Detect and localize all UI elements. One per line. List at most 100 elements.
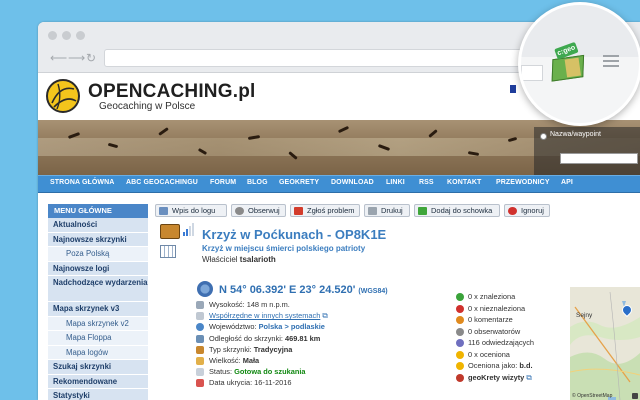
coordinates-datum: (WGS84) xyxy=(358,288,388,295)
external-link-icon[interactable]: ⧉ xyxy=(526,373,531,382)
back-arrow-icon[interactable]: ⟵ xyxy=(50,51,67,65)
add-to-clipboard-label: Dodaj do schowka xyxy=(431,206,493,215)
menu-item-blog[interactable]: BLOG xyxy=(247,179,268,186)
terrain-grid-icon xyxy=(160,245,176,258)
sidebar-item-outside-poland[interactable]: Poza Polską xyxy=(48,247,148,262)
grid-icon xyxy=(196,312,204,321)
menu-item-abc[interactable]: ABC GEOCACHINGU xyxy=(126,179,198,186)
globe-icon xyxy=(196,323,204,332)
stat-watchers: 0 obserwatorów xyxy=(456,326,566,338)
sidebar-item-map-v2[interactable]: Mapa skrzynek v2 xyxy=(48,316,148,331)
forward-arrow-icon[interactable]: ⟶ xyxy=(68,51,85,65)
plus-icon xyxy=(418,207,427,215)
cgeo-extension-icon[interactable]: c:geo xyxy=(549,41,589,82)
visitors-icon xyxy=(456,339,464,347)
sidebar-item-map-flopp[interactable]: Mapa Floppa xyxy=(48,331,148,346)
search-panel: Nazwa/waypoint xyxy=(534,127,640,175)
distance-label: Odległość do skrzynki: xyxy=(209,333,283,343)
menu-item-rss[interactable]: RSS xyxy=(419,179,434,186)
header-banner: Nazwa/waypoint xyxy=(38,120,640,175)
log-entry-button[interactable]: Wpis do logu xyxy=(155,204,227,217)
add-to-clipboard-button[interactable]: Dodaj do schowka xyxy=(414,204,500,217)
map-sheet-fold xyxy=(564,57,581,78)
sidebar-item-new-caches[interactable]: Najnowsze skrzynki xyxy=(48,232,148,247)
menu-icon[interactable] xyxy=(603,55,619,69)
menu-item-download[interactable]: DOWNLOAD xyxy=(331,179,374,186)
ignore-button[interactable]: Ignoruj xyxy=(504,204,550,217)
search-mode-radio[interactable] xyxy=(540,133,547,140)
address-bar[interactable] xyxy=(104,49,558,67)
voivodeship-label: Województwo: xyxy=(209,322,257,332)
menu-item-api[interactable]: API xyxy=(561,179,573,186)
stat-rating: Oceniona jako: b.d. xyxy=(456,360,566,372)
sidebar-item-news[interactable]: Aktualności xyxy=(48,218,148,233)
star-icon xyxy=(456,350,464,359)
language-flag-icon[interactable] xyxy=(510,85,516,93)
search-input[interactable] xyxy=(560,153,638,164)
window-minimize-dot[interactable] xyxy=(62,31,71,40)
extension-magnifier: c:geo xyxy=(518,2,640,126)
ant-image xyxy=(428,129,438,138)
voivodeship-value[interactable]: Polska > podlaskie xyxy=(259,322,325,331)
menu-item-geokrety[interactable]: GEOKRETY xyxy=(279,179,319,186)
rating-star-icon xyxy=(456,362,464,370)
window-close-dot[interactable] xyxy=(48,31,57,40)
cache-info-list: Wysokość: 148 m n.p.m. Współrzędne w inn… xyxy=(195,299,455,389)
sidebar-item-statistics[interactable]: Statystyki xyxy=(48,389,148,400)
menu-item-contact[interactable]: KONTAKT xyxy=(447,179,481,186)
menu-item-forum[interactable]: FORUM xyxy=(210,179,236,186)
watch-button[interactable]: Obserwuj xyxy=(231,204,286,217)
cache-description: Krzyż w miejscu śmierci polskiego patrio… xyxy=(202,244,366,253)
info-other-systems: Współrzędne w innych systemach ⧉ xyxy=(195,310,455,321)
external-link-icon[interactable]: ⧉ xyxy=(322,311,327,320)
info-status: Status: Gotowa do szukania xyxy=(195,366,455,377)
info-voivodeship: Województwo: Polska > podlaskie xyxy=(195,321,455,332)
menu-item-home[interactable]: STRONA GŁÓWNA xyxy=(50,179,114,186)
sidebar-item-recommended[interactable]: Rekomendowane xyxy=(48,374,148,389)
stat-not-found: 0 x nieznaleziona xyxy=(456,303,566,315)
other-systems-link[interactable]: Współrzędne w innych systemach xyxy=(209,311,320,320)
stat-found: 0 x znaleziona xyxy=(456,291,566,303)
sidebar-item-map-v3[interactable]: Mapa skrzynek v3 xyxy=(48,302,148,317)
map-town-label: Sejny xyxy=(576,312,593,319)
rated-text: 0 x oceniona xyxy=(468,349,510,359)
site-title[interactable]: OPENCACHING.pl xyxy=(88,81,255,103)
sidebar-item-search[interactable]: Szukaj skrzynki xyxy=(48,360,148,375)
sidebar-item-new-logs[interactable]: Najnowsze logi xyxy=(48,261,148,276)
printer-icon xyxy=(368,207,377,215)
status-icon xyxy=(196,368,204,377)
report-problem-button[interactable]: Zgłoś problem xyxy=(290,204,360,217)
window-maximize-dot[interactable] xyxy=(76,31,85,40)
map-overlay-icon[interactable] xyxy=(632,393,638,399)
created-text: Data ukrycia: 16-11-2016 xyxy=(209,378,292,388)
eye-icon xyxy=(235,207,244,215)
reload-icon[interactable]: ↻ xyxy=(86,51,96,65)
cache-coordinates: N 54° 06.392' E 23° 24.520' (WGS84) xyxy=(219,284,388,296)
ant-image xyxy=(158,127,169,136)
comment-icon xyxy=(456,316,464,324)
sidebar-item-events[interactable]: Nadchodzące wydarzenia xyxy=(48,276,148,302)
menu-item-links[interactable]: LINKI xyxy=(386,179,405,186)
sidebar-item-map-logs[interactable]: Mapa logów xyxy=(48,345,148,360)
notebook-icon xyxy=(159,207,168,215)
print-button[interactable]: Drukuj xyxy=(364,204,410,217)
not-found-icon xyxy=(456,304,464,313)
stat-geokrety: geoKrety wizyty ⧉ xyxy=(456,372,566,384)
print-label: Drukuj xyxy=(381,206,403,215)
opencaching-globe-icon[interactable] xyxy=(46,79,80,113)
owner-name[interactable]: tsalarioth xyxy=(240,255,276,264)
main-menu-bar: STRONA GŁÓWNA ABC GEOCACHINGU FORUM BLOG… xyxy=(38,175,640,193)
stat-comments: 0 komentarze xyxy=(456,314,566,326)
sidebar-header: MENU GŁÓWNE xyxy=(48,204,148,218)
stat-visits: 116 odwiedzających xyxy=(456,337,566,349)
stat-rated: 0 x oceniona xyxy=(456,349,566,361)
geokrety-text[interactable]: geoKrety wizyty xyxy=(468,373,524,382)
found-icon xyxy=(456,293,464,301)
info-altitude: Wysokość: 148 m n.p.m. xyxy=(195,299,455,310)
cache-map[interactable]: Sejny © OpenStreetMap xyxy=(570,287,640,400)
ant-image xyxy=(337,125,350,134)
menu-item-guides[interactable]: PRZEWODNICY xyxy=(496,179,550,186)
rating-value: b.d. xyxy=(519,361,533,370)
watch-label: Obserwuj xyxy=(248,206,280,215)
info-created: Data ukrycia: 16-11-2016 xyxy=(195,377,455,388)
